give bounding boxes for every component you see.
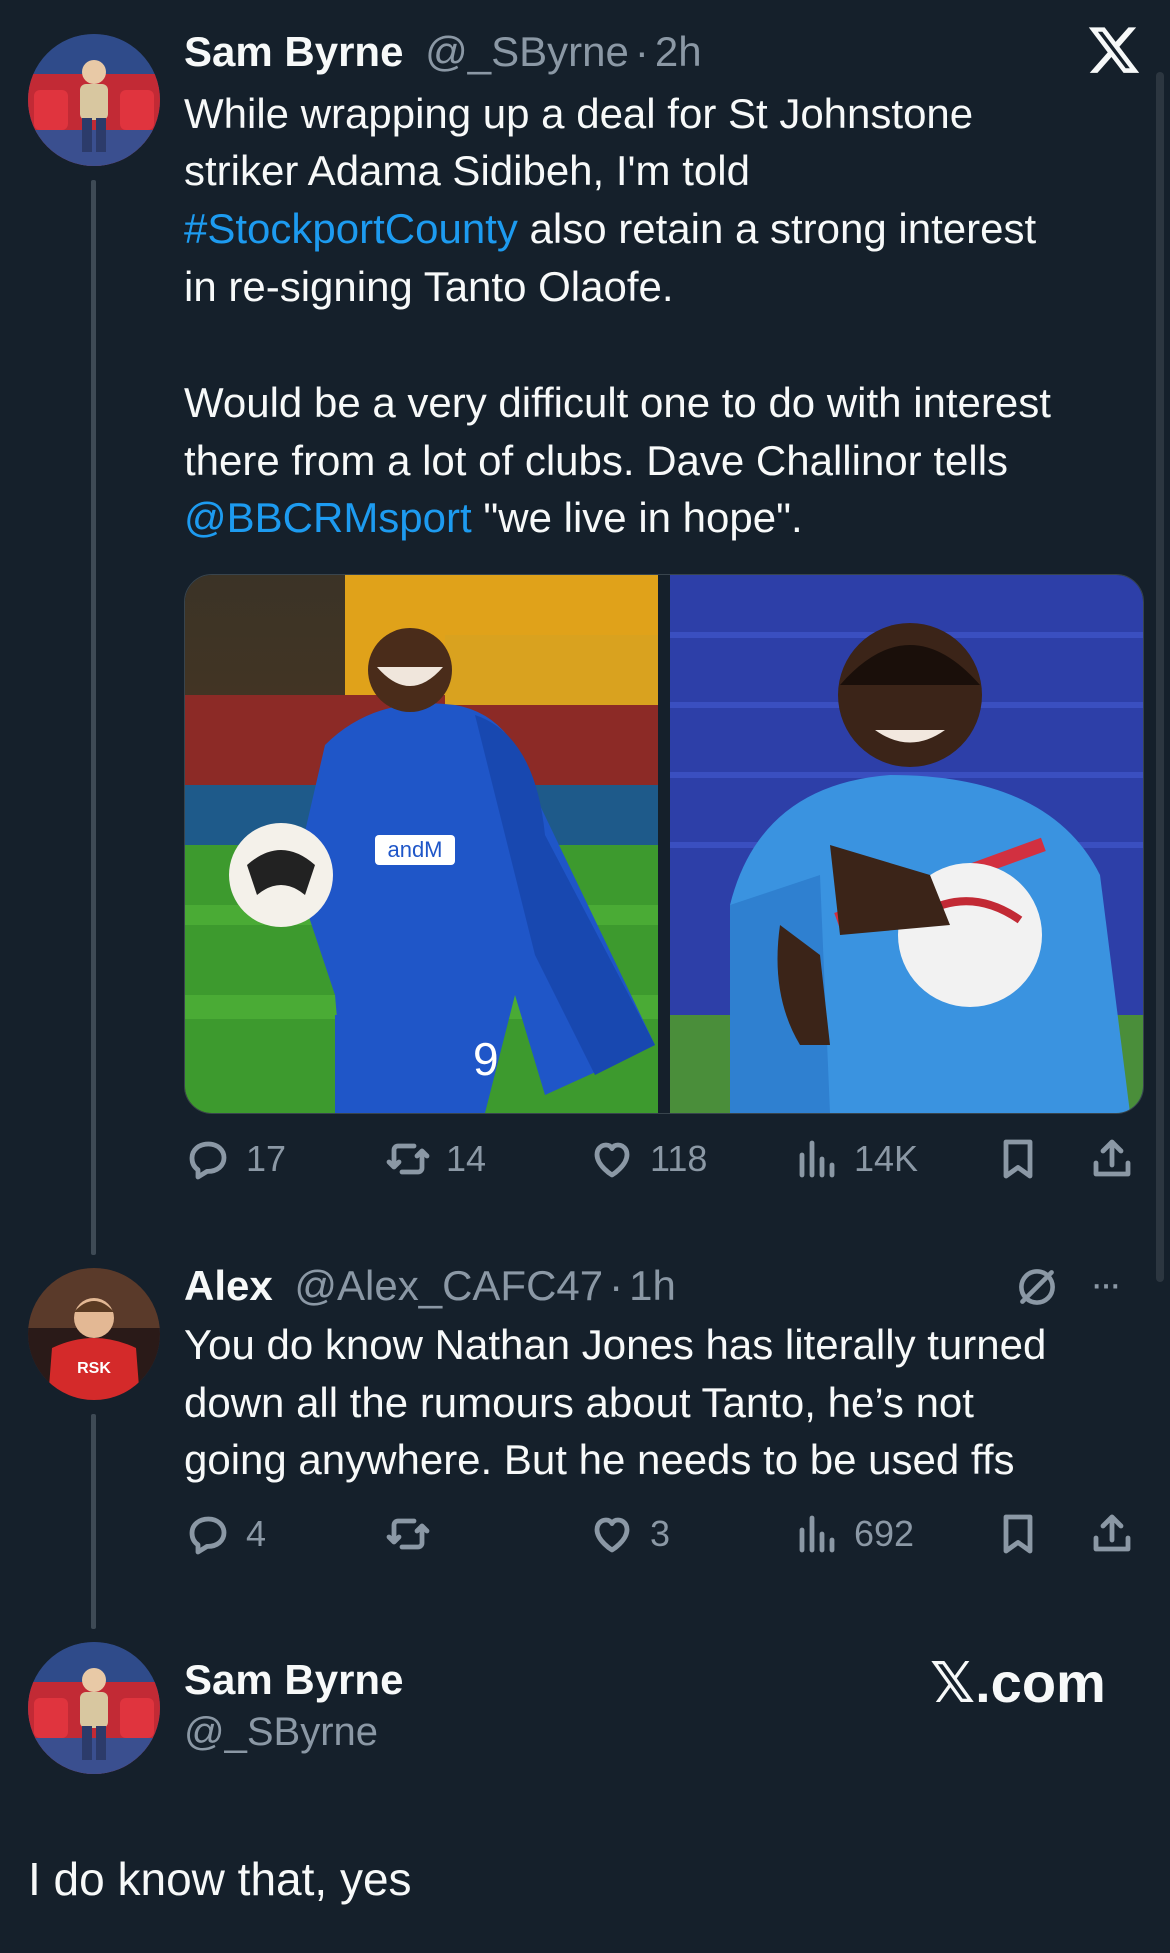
repost-icon	[386, 1143, 430, 1175]
share-icon	[1093, 1139, 1131, 1177]
repost-icon	[386, 1518, 430, 1550]
reply-text: I do know that, yes	[28, 1853, 412, 1905]
tweet-text-line: down all the rumours about Tanto, he’s n…	[184, 1379, 974, 1426]
repost-count: 14	[446, 1138, 487, 1179]
like-button[interactable]: 118	[588, 1135, 707, 1183]
views-count: 692	[854, 1513, 915, 1554]
tweet-actions: 4 3 692	[184, 1510, 1140, 1570]
separator: ·	[634, 28, 649, 75]
tweet-text-line: there from a lot of clubs. Dave Challino…	[184, 437, 1009, 484]
hashtag-link[interactable]: #StockportCounty	[184, 205, 518, 252]
bookmark-icon	[1003, 1514, 1033, 1554]
timestamp[interactable]: 2h	[655, 28, 702, 75]
tweet-text-line: going anywhere. But he needs to be used …	[184, 1436, 1015, 1483]
photo-olaofe[interactable]	[670, 575, 1143, 1113]
views-button[interactable]: 692	[792, 1510, 914, 1558]
views-icon	[799, 1515, 835, 1553]
reply-button[interactable]: 4	[184, 1510, 266, 1558]
separator: ·	[609, 1262, 624, 1309]
thread-line	[91, 1414, 96, 1629]
author-name[interactable]: Alex	[184, 1262, 273, 1309]
bookmark-button[interactable]	[994, 1510, 1042, 1558]
like-count: 118	[650, 1138, 708, 1179]
reply-count: 17	[246, 1138, 287, 1179]
tweet-text-line: You do know Nathan Jones has literally t…	[184, 1321, 1047, 1368]
x-logo-icon[interactable]	[1086, 22, 1142, 82]
like-icon	[594, 1142, 630, 1178]
repost-button[interactable]	[384, 1510, 446, 1558]
reply-icon	[189, 1141, 227, 1180]
views-count: 14K	[854, 1138, 919, 1179]
reply-icon	[189, 1516, 227, 1555]
author-handle[interactable]: @Alex_CAFC47	[294, 1262, 603, 1309]
tweet-text-line: Would be a very difficult one to do with…	[184, 379, 1051, 426]
like-count: 3	[650, 1513, 671, 1554]
tweet-text-segment: also retain a strong interest	[517, 205, 1037, 252]
share-button[interactable]	[1088, 1510, 1136, 1558]
tweet-text-line: striker Adama Sidibeh, I'm told	[184, 147, 750, 194]
sponsor-text: andM	[387, 837, 442, 862]
scrollbar[interactable]	[1156, 72, 1164, 1282]
repost-button[interactable]: 14	[384, 1135, 486, 1183]
timestamp[interactable]: 1h	[629, 1262, 676, 1309]
like-icon	[594, 1517, 630, 1553]
tweet-text-segment: "we live in hope".	[471, 494, 803, 541]
views-icon	[799, 1140, 835, 1178]
views-button[interactable]: 14K	[792, 1135, 918, 1183]
tweet-header: Alex @Alex_CAFC47 · 1h	[184, 1262, 676, 1310]
thread-line	[91, 180, 96, 1255]
share-icon	[1093, 1514, 1131, 1552]
reply-count: 4	[246, 1513, 267, 1554]
x-com-logo: 𝕏.com	[930, 1651, 1106, 1714]
reply-button[interactable]: 17	[184, 1135, 286, 1183]
tweet-text-line: #StockportCounty also retain a strong in…	[184, 200, 1036, 258]
shirt-number: 9	[473, 1033, 499, 1085]
tweet-actions: 17 14 118 14K	[184, 1135, 1140, 1195]
more-icon[interactable]: ···	[1090, 1262, 1122, 1307]
avatar[interactable]	[28, 1642, 160, 1774]
share-button[interactable]	[1088, 1135, 1136, 1183]
tweet-text-line: @BBCRMsport "we live in hope".	[184, 489, 803, 547]
author-handle[interactable]: @_SByrne	[425, 28, 629, 75]
media-grid: andM 9	[184, 574, 1144, 1114]
tweet-text-line: in re-signing Tanto Olaofe.	[184, 263, 674, 310]
bookmark-icon	[1003, 1139, 1033, 1179]
like-button[interactable]: 3	[588, 1510, 670, 1558]
mention-link[interactable]: @BBCRMsport	[184, 494, 472, 541]
avatar[interactable]: RSK	[28, 1268, 160, 1400]
tweet-header: Sam Byrne @_SByrne · 2h	[184, 28, 702, 76]
tweet-text-line: While wrapping up a deal for St Johnston…	[184, 90, 974, 137]
author-name[interactable]: Sam Byrne	[184, 28, 403, 75]
photo-sidibeh[interactable]: andM 9	[185, 575, 658, 1113]
avatar[interactable]	[28, 34, 160, 166]
bookmark-button[interactable]	[994, 1135, 1042, 1183]
author-handle[interactable]: @_SByrne	[184, 1710, 378, 1755]
grok-icon[interactable]	[1012, 1262, 1064, 1314]
author-name[interactable]: Sam Byrne	[184, 1656, 403, 1704]
avatar-sponsor-text: RSK	[77, 1360, 111, 1377]
